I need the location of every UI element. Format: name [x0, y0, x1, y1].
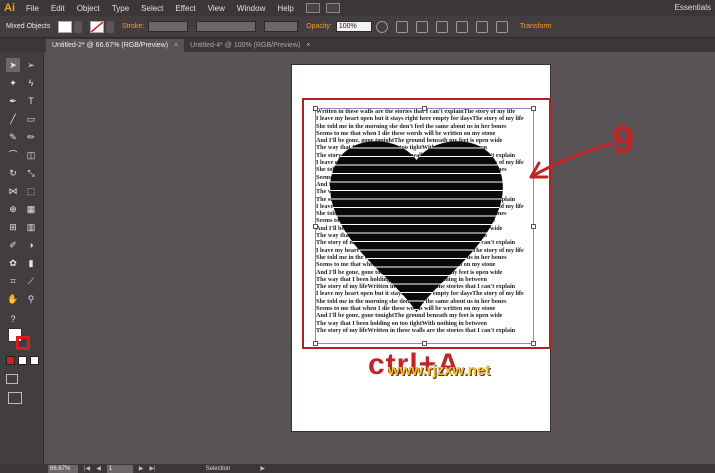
fill-stroke-widget[interactable] — [8, 328, 30, 350]
previous-artboard-icon[interactable]: ◀ — [96, 465, 101, 472]
fill-dropdown[interactable] — [74, 20, 82, 33]
draw-mode-icon[interactable] — [6, 374, 18, 384]
distribute-icon[interactable] — [475, 20, 488, 33]
no-stroke-icon — [91, 21, 103, 32]
gradient-tool-icon[interactable]: ▥ — [24, 220, 38, 234]
shape-builder-tool-icon[interactable]: ⊕ — [6, 202, 20, 216]
first-artboard-icon[interactable]: |◀ — [84, 465, 90, 472]
align-top-icon[interactable] — [455, 20, 468, 33]
lasso-tool-icon[interactable]: ϟ — [24, 76, 38, 90]
fill-swatch[interactable] — [58, 20, 72, 33]
app-logo: Ai — [4, 2, 15, 14]
free-transform-tool-icon[interactable]: ⬚ — [24, 184, 38, 198]
document-tabs: Untitled-2* @ 66.67% (RGB/Preview) × Unt… — [0, 38, 715, 52]
artboard-tool-icon[interactable]: ⌗ — [6, 274, 20, 288]
column-graph-tool-icon[interactable]: ▮ — [24, 256, 38, 270]
stroke-swatch[interactable] — [90, 20, 104, 33]
help-icon[interactable]: ? — [6, 312, 20, 326]
artboard-number-field[interactable]: 1 — [106, 464, 133, 473]
watermark: www.rjzxw.net — [388, 362, 491, 379]
symbol-sprayer-tool-icon[interactable]: ✿ — [6, 256, 20, 270]
opacity-field[interactable]: 100% — [335, 21, 372, 32]
menu-view[interactable]: View — [208, 4, 225, 13]
close-icon[interactable]: × — [174, 39, 178, 52]
menu-help[interactable]: Help — [277, 4, 293, 13]
perspective-grid-tool-icon[interactable]: ▦ — [24, 202, 38, 216]
tab-label: Untitled-2* @ 66.67% (RGB/Preview) — [52, 42, 169, 49]
recolor-icon[interactable] — [375, 20, 388, 33]
slice-tool-icon[interactable]: ⟋ — [24, 274, 38, 288]
width-tool-icon[interactable]: ⋈ — [6, 184, 20, 198]
workspace-switcher[interactable]: Essentials — [675, 3, 711, 12]
stroke-box[interactable] — [16, 336, 30, 350]
gradient-mode-icon[interactable] — [18, 356, 27, 365]
stroke-dropdown[interactable] — [106, 20, 114, 33]
brush-definition-field[interactable] — [264, 21, 299, 32]
highlight-box — [302, 98, 551, 349]
status-menu-icon[interactable]: ▶ — [260, 465, 265, 472]
stroke-label[interactable]: Stroke: — [122, 23, 144, 30]
status-bar: 66.67% |◀ ◀ 1 ▶ ▶| Selection ▶ — [0, 464, 715, 473]
menu-edit[interactable]: Edit — [51, 4, 65, 13]
menu-object[interactable]: Object — [77, 4, 100, 13]
menu-file[interactable]: File — [26, 4, 39, 13]
tab-untitled-4[interactable]: Untitled-4* @ 100% (RGB/Preview) × — [184, 39, 316, 52]
align-left-icon[interactable] — [415, 20, 428, 33]
type-tool-icon[interactable]: T — [24, 94, 38, 108]
color-mode-icon[interactable] — [6, 356, 15, 365]
zoom-tool-icon[interactable]: ⚲ — [24, 292, 38, 306]
eraser-tool-icon[interactable]: ◫ — [24, 148, 38, 162]
screen-mode-icon[interactable] — [8, 392, 22, 404]
close-icon[interactable]: × — [306, 39, 310, 52]
eyedropper-tool-icon[interactable]: ✐ — [6, 238, 20, 252]
menu-type[interactable]: Type — [112, 4, 129, 13]
blob-brush-tool-icon[interactable]: ⌒ — [6, 148, 20, 162]
next-artboard-icon[interactable]: ▶ — [139, 465, 144, 472]
scale-tool-icon[interactable]: ⤡ — [24, 166, 38, 180]
control-bar: Mixed Objects Stroke: Opacity: 100% Tran… — [0, 16, 715, 38]
selection-tool-icon[interactable]: ➤ — [6, 58, 20, 72]
last-artboard-icon[interactable]: ▶| — [149, 465, 155, 472]
opacity-label[interactable]: Opacity: — [306, 23, 332, 30]
tab-untitled-2[interactable]: Untitled-2* @ 66.67% (RGB/Preview) × — [46, 39, 185, 52]
menu-bar: Ai File Edit Object Type Select Effect V… — [0, 0, 715, 16]
menu-effect[interactable]: Effect — [175, 4, 195, 13]
arrange-documents-icon[interactable] — [325, 3, 340, 13]
tools-panel: ➤ ➢ ✦ ϟ ✒ T ╱ ▭ ✎ ✏ ⌒ ◫ ↻ ⤡ ⋈ ⬚ ⊕ ▦ ⊞ ▥ … — [0, 52, 44, 464]
rotate-tool-icon[interactable]: ↻ — [6, 166, 20, 180]
stroke-weight-field[interactable] — [148, 21, 189, 32]
pencil-tool-icon[interactable]: ✏ — [24, 130, 38, 144]
align-to-icon[interactable] — [395, 20, 408, 33]
align-center-icon[interactable] — [435, 20, 448, 33]
bridge-icon[interactable] — [305, 3, 320, 13]
hand-tool-icon[interactable]: ✋ — [6, 292, 20, 306]
magic-wand-tool-icon[interactable]: ✦ — [6, 76, 20, 90]
pen-tool-icon[interactable]: ✒ — [6, 94, 20, 108]
menu-select[interactable]: Select — [141, 4, 163, 13]
none-mode-icon[interactable] — [30, 356, 39, 365]
annotation-number: 9 — [612, 118, 635, 162]
variable-width-field[interactable] — [196, 21, 257, 32]
status-mode: Selection — [205, 465, 231, 472]
distribute-vertical-icon[interactable] — [495, 20, 508, 33]
menu-window[interactable]: Window — [237, 4, 265, 13]
tab-label: Untitled-4* @ 100% (RGB/Preview) — [190, 42, 301, 49]
selection-type-label: Mixed Objects — [6, 23, 51, 30]
paintbrush-tool-icon[interactable]: ✎ — [6, 130, 20, 144]
mesh-tool-icon[interactable]: ⊞ — [6, 220, 20, 234]
line-tool-icon[interactable]: ╱ — [6, 112, 20, 126]
direct-selection-tool-icon[interactable]: ➢ — [24, 58, 38, 72]
rectangle-tool-icon[interactable]: ▭ — [24, 112, 38, 126]
zoom-level-field[interactable]: 66.67% — [48, 464, 78, 473]
blend-tool-icon[interactable]: ◑ — [24, 238, 38, 252]
transform-link[interactable]: Transform — [520, 23, 552, 30]
